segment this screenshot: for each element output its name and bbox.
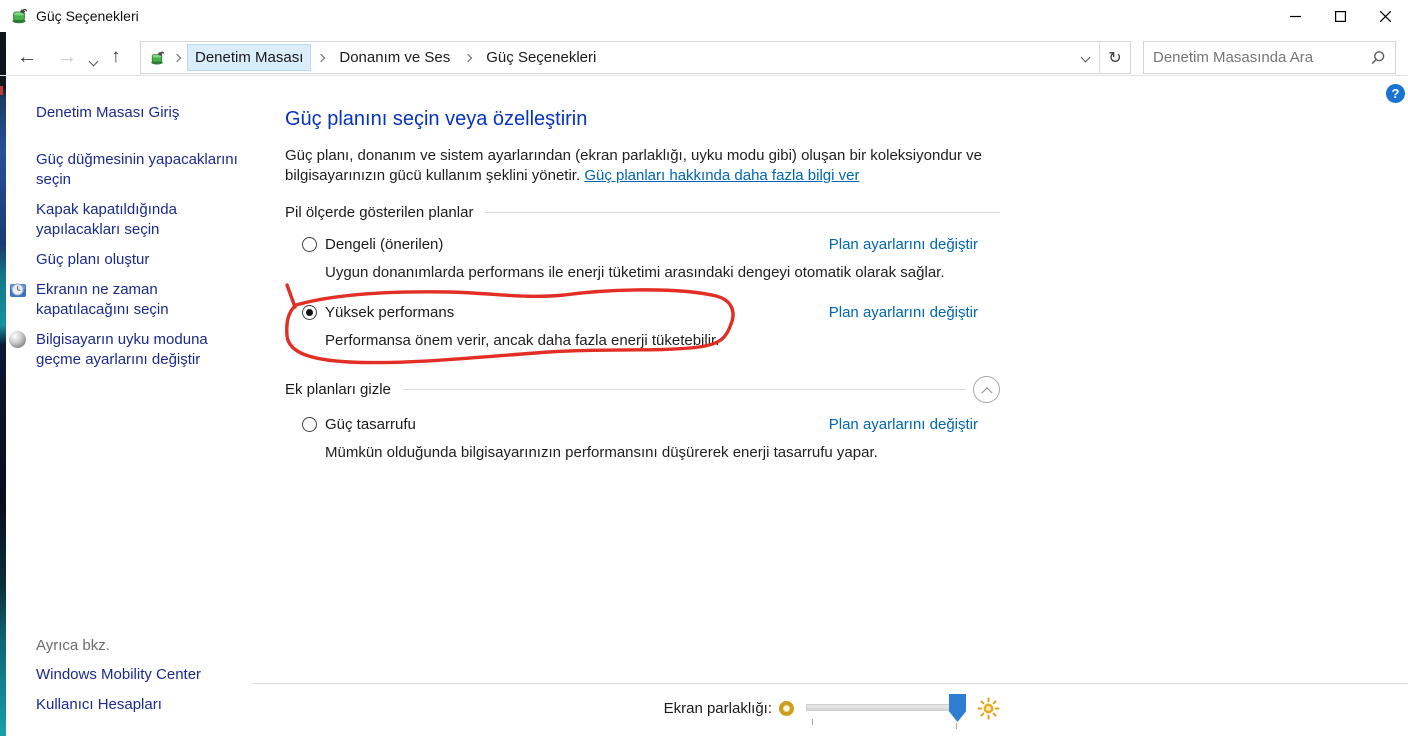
question-mark-icon: ?: [1391, 86, 1400, 101]
monitor-clock-icon: [10, 283, 26, 297]
address-dropdown-button[interactable]: [1071, 42, 1099, 73]
section-battery-plans: Pil ölçerde gösterilen planlar: [285, 204, 1000, 221]
sidebar-item-display-off[interactable]: Ekranın ne zaman kapatılacağını seçin: [10, 280, 254, 320]
annotation-circle: [285, 283, 735, 365]
refresh-icon: ↻: [1108, 49, 1122, 67]
plan-settings-link-high-performance[interactable]: Plan ayarlarını değiştir: [829, 304, 978, 321]
breadcrumb-chevron-icon: [317, 53, 326, 62]
plan-row-balanced: Dengeli (önerilen) Plan ayarlarını değiş…: [302, 236, 978, 253]
sidebar-link-user-accounts[interactable]: Kullanıcı Hesapları: [36, 696, 162, 713]
collapse-plans-button[interactable]: [973, 376, 1000, 403]
back-button[interactable]: ←: [17, 42, 37, 72]
close-icon: [1380, 10, 1391, 22]
plan-desc-balanced: Uygun donanımlarda performans ile enerji…: [325, 264, 945, 281]
toolbar-divider: [0, 75, 1408, 76]
minimize-button[interactable]: [1273, 0, 1318, 32]
chevron-down-icon: [88, 56, 99, 67]
recent-pages-dropdown[interactable]: [88, 52, 99, 70]
section-rule: [485, 212, 1000, 213]
plan-desc-power-saver: Mümkün olduğunda bilgisayarınızın perfor…: [325, 444, 878, 461]
sidebar-item-lid-close[interactable]: Kapak kapatıldığında yapılacakları seçin: [36, 200, 254, 240]
brightness-dim-icon: [779, 701, 794, 716]
brightness-slider-track[interactable]: [806, 704, 964, 711]
learn-more-link[interactable]: Güç planları hakkında daha fazla bilgi v…: [584, 167, 859, 184]
see-also-header: Ayrıca bkz.: [36, 637, 110, 654]
help-button[interactable]: ?: [1386, 84, 1405, 103]
plan-name-high-performance[interactable]: Yüksek performans: [325, 304, 454, 321]
sidebar-link-mobility-center[interactable]: Windows Mobility Center: [36, 666, 201, 683]
page-title: Güç planını seçin veya özelleştirin: [285, 108, 588, 130]
slider-tick: [956, 723, 957, 729]
sidebar-item-power-buttons[interactable]: Güç düğmesinin yapacaklarını seçin: [36, 150, 254, 190]
plan-settings-link-power-saver[interactable]: Plan ayarlarını değiştir: [829, 416, 978, 433]
plan-row-power-saver: Güç tasarrufu Plan ayarlarını değiştir: [302, 416, 978, 433]
chevron-down-icon: [1080, 52, 1090, 63]
plan-radio-1[interactable]: [302, 305, 317, 320]
brightness-slider-thumb[interactable]: [949, 694, 966, 722]
brightness-bright-icon: [977, 697, 1000, 720]
minimize-icon: [1290, 15, 1301, 17]
search-icon: [1371, 50, 1385, 64]
breadcrumb-power-options[interactable]: Güç Seçenekleri: [478, 44, 604, 71]
footer-divider: [253, 683, 1408, 684]
chevron-up-icon: [980, 386, 993, 398]
sidebar-item-sleep-settings[interactable]: Bilgisayarın uyku moduna geçme ayarların…: [9, 330, 254, 370]
plan-row-high-performance: Yüksek performans Plan ayarlarını değişt…: [302, 304, 978, 321]
plan-desc-high-performance: Performansa önem verir, ancak daha fazla…: [325, 332, 720, 349]
plan-radio-0[interactable]: [302, 237, 317, 252]
desktop-edge-strip: [0, 30, 6, 736]
control-panel-icon[interactable]: [149, 50, 165, 66]
search-input[interactable]: [1153, 49, 1370, 66]
breadcrumb-hardware-sound[interactable]: Donanım ve Ses: [331, 44, 458, 71]
plan-radio-2[interactable]: [302, 417, 317, 432]
intro-paragraph: Güç planı, donanım ve sistem ayarlarında…: [285, 146, 985, 185]
section-rule: [402, 389, 966, 390]
section-label: Ek planları gizle: [285, 381, 391, 398]
brightness-label: Ekran parlaklığı:: [663, 700, 772, 717]
sidebar-item-control-panel-home[interactable]: Denetim Masası Giriş: [36, 103, 254, 123]
plan-name-balanced[interactable]: Dengeli (önerilen): [325, 236, 443, 253]
refresh-button[interactable]: ↻: [1099, 42, 1130, 73]
titlebar: Güç Seçenekleri: [0, 0, 1408, 32]
section-additional-plans: Ek planları gizle: [285, 376, 1000, 403]
sidebar-item-create-plan[interactable]: Güç planı oluştur: [36, 250, 254, 270]
breadcrumb: Denetim Masası Donanım ve Ses Güç Seçene…: [141, 42, 1071, 73]
sidebar: Denetim Masası Giriş Güç düğmesinin yapa…: [9, 103, 254, 370]
sidebar-item-label: Ekranın ne zaman kapatılacağını seçin: [36, 281, 169, 318]
power-options-app-icon: [12, 8, 28, 24]
desktop-edge-red-speck: [0, 86, 3, 95]
sleep-sphere-icon: [9, 331, 26, 348]
forward-button[interactable]: →: [57, 42, 77, 72]
maximize-icon: [1335, 10, 1346, 22]
plan-name-power-saver[interactable]: Güç tasarrufu: [325, 416, 416, 433]
close-button[interactable]: [1363, 0, 1408, 32]
breadcrumb-control-panel[interactable]: Denetim Masası: [187, 44, 312, 71]
window-title: Güç Seçenekleri: [36, 8, 139, 24]
address-bar[interactable]: Denetim Masası Donanım ve Ses Güç Seçene…: [140, 41, 1131, 74]
section-label: Pil ölçerde gösterilen planlar: [285, 204, 474, 221]
slider-tick: [812, 719, 813, 725]
up-button[interactable]: ↑: [111, 42, 121, 72]
breadcrumb-chevron-icon: [464, 53, 473, 62]
breadcrumb-chevron-icon: [172, 53, 182, 62]
sidebar-item-label: Bilgisayarın uyku moduna geçme ayarların…: [36, 331, 208, 368]
plan-settings-link-balanced[interactable]: Plan ayarlarını değiştir: [829, 236, 978, 253]
search-box: [1143, 41, 1396, 74]
maximize-button[interactable]: [1318, 0, 1363, 32]
